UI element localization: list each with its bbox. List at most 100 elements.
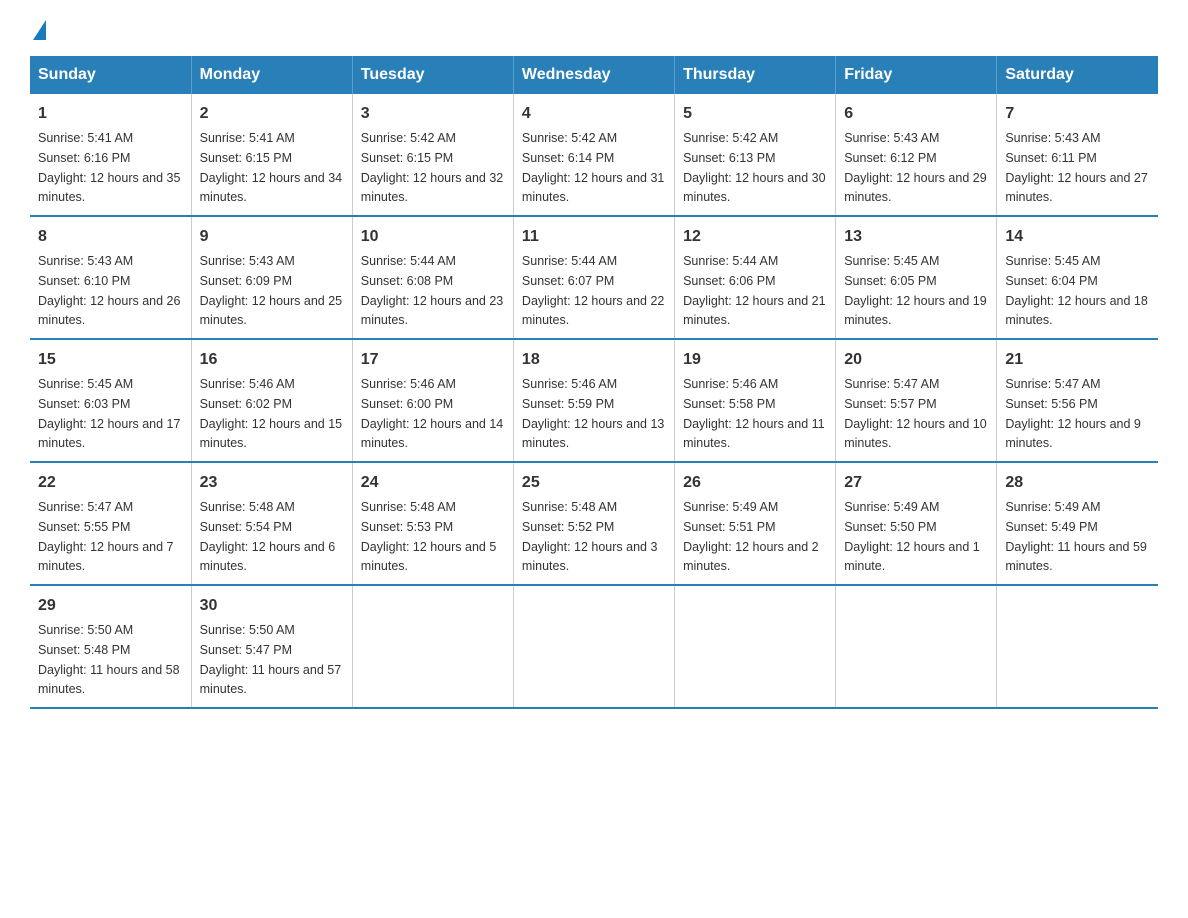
column-header-saturday: Saturday [997,56,1158,94]
calendar-cell: 17 Sunrise: 5:46 AMSunset: 6:00 PMDaylig… [352,339,513,462]
day-info: Sunrise: 5:43 AMSunset: 6:09 PMDaylight:… [200,254,342,327]
calendar-cell: 1 Sunrise: 5:41 AMSunset: 6:16 PMDayligh… [30,94,191,216]
calendar-cell: 7 Sunrise: 5:43 AMSunset: 6:11 PMDayligh… [997,94,1158,216]
day-number: 22 [38,471,183,495]
day-number: 17 [361,348,505,372]
calendar-cell: 29 Sunrise: 5:50 AMSunset: 5:48 PMDaylig… [30,585,191,708]
calendar-week-row: 15 Sunrise: 5:45 AMSunset: 6:03 PMDaylig… [30,339,1158,462]
day-number: 20 [844,348,988,372]
day-number: 28 [1005,471,1150,495]
day-number: 12 [683,225,827,249]
page-header [30,20,1158,36]
day-info: Sunrise: 5:49 AMSunset: 5:49 PMDaylight:… [1005,500,1147,573]
calendar-cell: 2 Sunrise: 5:41 AMSunset: 6:15 PMDayligh… [191,94,352,216]
day-info: Sunrise: 5:44 AMSunset: 6:06 PMDaylight:… [683,254,825,327]
calendar-week-row: 1 Sunrise: 5:41 AMSunset: 6:16 PMDayligh… [30,94,1158,216]
calendar-cell: 3 Sunrise: 5:42 AMSunset: 6:15 PMDayligh… [352,94,513,216]
day-number: 2 [200,102,344,126]
day-info: Sunrise: 5:41 AMSunset: 6:15 PMDaylight:… [200,131,342,204]
column-header-wednesday: Wednesday [513,56,674,94]
calendar-table: SundayMondayTuesdayWednesdayThursdayFrid… [30,56,1158,709]
day-info: Sunrise: 5:46 AMSunset: 6:00 PMDaylight:… [361,377,503,450]
day-info: Sunrise: 5:48 AMSunset: 5:53 PMDaylight:… [361,500,497,573]
day-info: Sunrise: 5:42 AMSunset: 6:15 PMDaylight:… [361,131,503,204]
calendar-cell [513,585,674,708]
day-info: Sunrise: 5:48 AMSunset: 5:54 PMDaylight:… [200,500,336,573]
day-info: Sunrise: 5:49 AMSunset: 5:50 PMDaylight:… [844,500,980,573]
calendar-cell: 24 Sunrise: 5:48 AMSunset: 5:53 PMDaylig… [352,462,513,585]
calendar-cell [352,585,513,708]
day-info: Sunrise: 5:47 AMSunset: 5:56 PMDaylight:… [1005,377,1141,450]
calendar-cell: 22 Sunrise: 5:47 AMSunset: 5:55 PMDaylig… [30,462,191,585]
calendar-week-row: 22 Sunrise: 5:47 AMSunset: 5:55 PMDaylig… [30,462,1158,585]
calendar-cell: 10 Sunrise: 5:44 AMSunset: 6:08 PMDaylig… [352,216,513,339]
calendar-cell: 27 Sunrise: 5:49 AMSunset: 5:50 PMDaylig… [836,462,997,585]
calendar-cell: 4 Sunrise: 5:42 AMSunset: 6:14 PMDayligh… [513,94,674,216]
day-number: 21 [1005,348,1150,372]
day-info: Sunrise: 5:45 AMSunset: 6:03 PMDaylight:… [38,377,180,450]
day-number: 11 [522,225,666,249]
calendar-cell [836,585,997,708]
day-info: Sunrise: 5:45 AMSunset: 6:04 PMDaylight:… [1005,254,1147,327]
calendar-cell: 23 Sunrise: 5:48 AMSunset: 5:54 PMDaylig… [191,462,352,585]
calendar-cell [997,585,1158,708]
day-number: 7 [1005,102,1150,126]
day-number: 29 [38,594,183,618]
day-number: 10 [361,225,505,249]
day-info: Sunrise: 5:49 AMSunset: 5:51 PMDaylight:… [683,500,819,573]
calendar-cell [675,585,836,708]
day-number: 15 [38,348,183,372]
day-info: Sunrise: 5:43 AMSunset: 6:12 PMDaylight:… [844,131,986,204]
day-info: Sunrise: 5:50 AMSunset: 5:48 PMDaylight:… [38,623,180,696]
calendar-cell: 8 Sunrise: 5:43 AMSunset: 6:10 PMDayligh… [30,216,191,339]
column-header-tuesday: Tuesday [352,56,513,94]
day-info: Sunrise: 5:41 AMSunset: 6:16 PMDaylight:… [38,131,180,204]
day-info: Sunrise: 5:43 AMSunset: 6:11 PMDaylight:… [1005,131,1147,204]
calendar-week-row: 29 Sunrise: 5:50 AMSunset: 5:48 PMDaylig… [30,585,1158,708]
calendar-cell: 19 Sunrise: 5:46 AMSunset: 5:58 PMDaylig… [675,339,836,462]
calendar-week-row: 8 Sunrise: 5:43 AMSunset: 6:10 PMDayligh… [30,216,1158,339]
day-info: Sunrise: 5:46 AMSunset: 5:59 PMDaylight:… [522,377,664,450]
day-info: Sunrise: 5:47 AMSunset: 5:57 PMDaylight:… [844,377,986,450]
calendar-cell: 21 Sunrise: 5:47 AMSunset: 5:56 PMDaylig… [997,339,1158,462]
day-number: 9 [200,225,344,249]
column-header-friday: Friday [836,56,997,94]
day-number: 5 [683,102,827,126]
day-number: 19 [683,348,827,372]
day-info: Sunrise: 5:42 AMSunset: 6:14 PMDaylight:… [522,131,664,204]
day-number: 27 [844,471,988,495]
day-info: Sunrise: 5:45 AMSunset: 6:05 PMDaylight:… [844,254,986,327]
calendar-cell: 6 Sunrise: 5:43 AMSunset: 6:12 PMDayligh… [836,94,997,216]
day-info: Sunrise: 5:43 AMSunset: 6:10 PMDaylight:… [38,254,180,327]
calendar-cell: 18 Sunrise: 5:46 AMSunset: 5:59 PMDaylig… [513,339,674,462]
calendar-cell: 20 Sunrise: 5:47 AMSunset: 5:57 PMDaylig… [836,339,997,462]
day-number: 18 [522,348,666,372]
day-info: Sunrise: 5:48 AMSunset: 5:52 PMDaylight:… [522,500,658,573]
calendar-cell: 30 Sunrise: 5:50 AMSunset: 5:47 PMDaylig… [191,585,352,708]
calendar-cell: 5 Sunrise: 5:42 AMSunset: 6:13 PMDayligh… [675,94,836,216]
day-number: 24 [361,471,505,495]
calendar-cell: 16 Sunrise: 5:46 AMSunset: 6:02 PMDaylig… [191,339,352,462]
day-info: Sunrise: 5:47 AMSunset: 5:55 PMDaylight:… [38,500,174,573]
calendar-cell: 15 Sunrise: 5:45 AMSunset: 6:03 PMDaylig… [30,339,191,462]
day-number: 13 [844,225,988,249]
day-number: 6 [844,102,988,126]
calendar-cell: 12 Sunrise: 5:44 AMSunset: 6:06 PMDaylig… [675,216,836,339]
calendar-cell: 26 Sunrise: 5:49 AMSunset: 5:51 PMDaylig… [675,462,836,585]
day-number: 30 [200,594,344,618]
column-header-sunday: Sunday [30,56,191,94]
day-info: Sunrise: 5:42 AMSunset: 6:13 PMDaylight:… [683,131,825,204]
column-header-monday: Monday [191,56,352,94]
calendar-cell: 25 Sunrise: 5:48 AMSunset: 5:52 PMDaylig… [513,462,674,585]
day-info: Sunrise: 5:50 AMSunset: 5:47 PMDaylight:… [200,623,342,696]
day-number: 8 [38,225,183,249]
day-number: 25 [522,471,666,495]
calendar-cell: 9 Sunrise: 5:43 AMSunset: 6:09 PMDayligh… [191,216,352,339]
day-number: 16 [200,348,344,372]
calendar-cell: 11 Sunrise: 5:44 AMSunset: 6:07 PMDaylig… [513,216,674,339]
calendar-header-row: SundayMondayTuesdayWednesdayThursdayFrid… [30,56,1158,94]
column-header-thursday: Thursday [675,56,836,94]
day-number: 26 [683,471,827,495]
day-number: 14 [1005,225,1150,249]
logo [30,20,46,36]
